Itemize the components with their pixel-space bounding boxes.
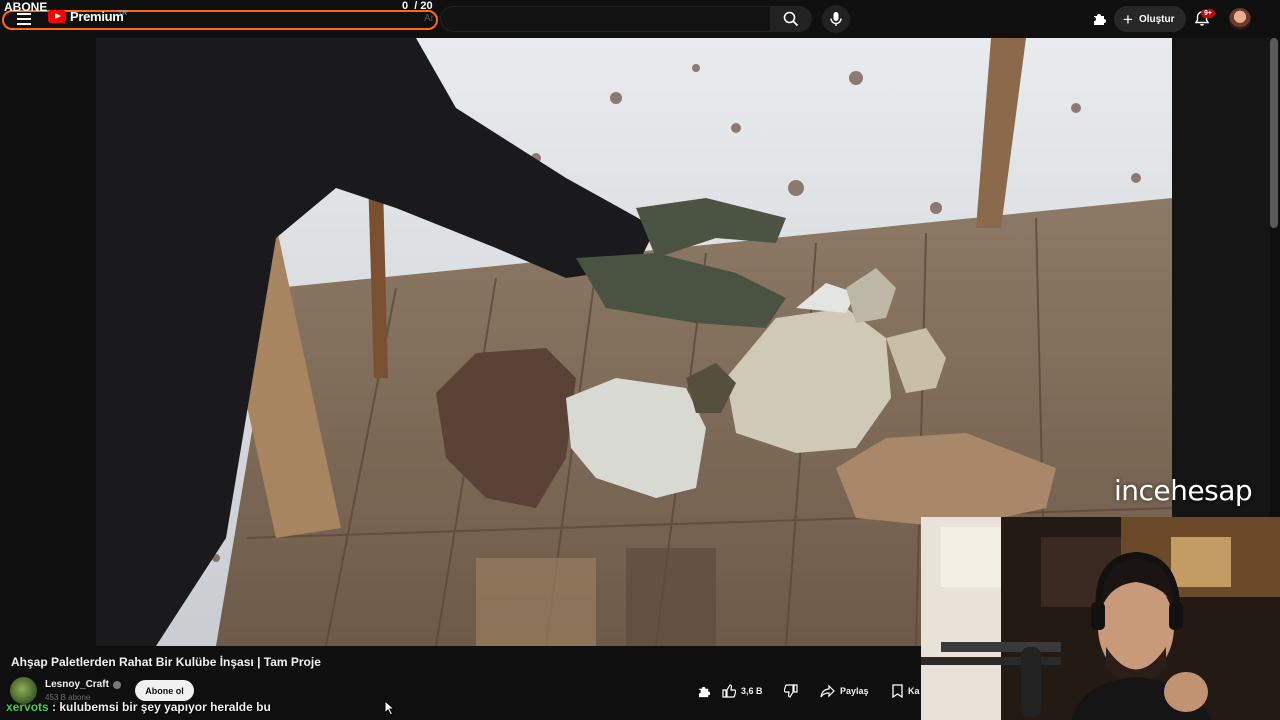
subscriber-goal-count: 0 / 20	[402, 0, 433, 12]
video-title: Ahşap Paletlerden Rahat Bir Kulübe İnşas…	[11, 655, 321, 669]
create-button[interactable]: + Oluştur	[1114, 6, 1186, 32]
chat-text: kulubemsi bir şey yapıyor heralde bu	[59, 700, 271, 714]
scrollbar[interactable]	[1270, 38, 1278, 228]
share-label: Paylaş	[840, 686, 869, 696]
dislike-button[interactable]	[780, 680, 802, 702]
thumbs-up-icon	[722, 684, 736, 698]
subscriber-goal-label: ABONE	[4, 0, 48, 14]
goal-extra-text: Ar	[424, 13, 434, 24]
chat-separator: :	[48, 700, 60, 714]
plus-icon: +	[1123, 9, 1133, 29]
subscribe-button[interactable]: Abone ol	[135, 680, 194, 701]
search-icon	[783, 11, 799, 27]
like-button[interactable]: 3,6 B	[722, 680, 774, 702]
extension-action-button[interactable]	[693, 680, 715, 702]
logo-text: Premium	[70, 9, 124, 24]
save-label: Ka	[908, 686, 920, 696]
extension-button[interactable]	[1088, 8, 1112, 30]
like-count: 3,6 B	[741, 686, 763, 696]
search-button[interactable]	[770, 6, 812, 32]
puzzle-icon	[1094, 14, 1106, 25]
left-margin	[0, 38, 96, 646]
verified-icon	[112, 680, 121, 689]
share-icon	[820, 684, 835, 697]
voice-search-button[interactable]	[822, 5, 850, 33]
avatar[interactable]	[1229, 8, 1251, 30]
logo-region: TR	[118, 10, 128, 17]
bookmark-icon	[892, 684, 903, 698]
save-button[interactable]: Ka	[892, 680, 924, 702]
puzzle-icon	[698, 686, 710, 697]
streamer-webcam	[921, 517, 1280, 720]
microphone-icon	[830, 12, 842, 26]
notification-badge: 9+	[1201, 9, 1215, 18]
create-label: Oluştur	[1138, 13, 1175, 25]
top-bar: Premium TR ABONE 0 / 20 Ar + Oluştur 9+	[0, 0, 1280, 38]
chat-username: xervots	[6, 700, 49, 714]
youtube-logo[interactable]: Premium	[48, 9, 124, 24]
webcam-frame	[921, 517, 1280, 720]
channel-name: Lesnoy_Craft	[45, 679, 109, 690]
channel-name-link[interactable]: Lesnoy_Craft	[45, 679, 121, 690]
youtube-play-icon	[48, 10, 66, 23]
thumbs-down-icon	[784, 684, 798, 698]
mouse-cursor-icon	[384, 700, 396, 716]
chat-message: xervots : kulubemsi bir şey yapıyor hera…	[6, 700, 271, 714]
goal-target: / 20	[414, 0, 433, 12]
search-input[interactable]	[440, 6, 770, 32]
sponsor-watermark: incehesap	[1114, 474, 1253, 507]
goal-current: 0	[402, 0, 409, 12]
share-button[interactable]: Paylaş	[820, 680, 876, 702]
